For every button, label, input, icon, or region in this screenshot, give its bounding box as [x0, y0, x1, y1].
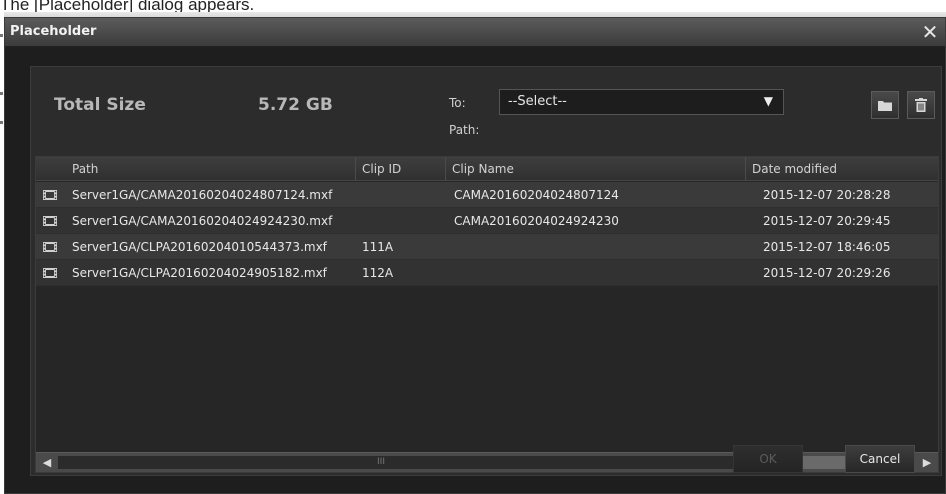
column-header-clip-name[interactable]: Clip Name: [446, 157, 746, 181]
clip-file-icon: [43, 190, 57, 200]
cell-path: Server1GA/CLPA20160204010544373.mxf: [72, 240, 327, 254]
table-header: Path Clip ID Clip Name Date modified: [36, 157, 938, 181]
side-mark: [0, 121, 3, 124]
folder-icon: [878, 100, 892, 111]
trash-icon: [915, 98, 927, 112]
total-size-label: Total Size: [54, 95, 146, 115]
table-row[interactable]: Server1GA/CLPA20160204010544373.mxf 111A…: [36, 234, 938, 260]
dialog-title: Placeholder: [10, 24, 97, 39]
dialog-titlebar[interactable]: Placeholder ✕: [5, 18, 945, 47]
side-mark: [0, 92, 3, 95]
path-label: Path:: [449, 123, 480, 137]
scroll-right-button[interactable]: ▶: [918, 453, 936, 472]
clip-table: Path Clip ID Clip Name Date modified Ser…: [35, 156, 939, 473]
cell-clip-name: CAMA20160204024807124: [454, 188, 619, 202]
dropdown-arrow-icon: ▼: [763, 94, 773, 108]
cell-clip-id: 111A: [362, 240, 394, 254]
cell-path: Server1GA/CAMA20160204024924230.mxf: [72, 214, 333, 228]
column-header-path[interactable]: Path: [66, 157, 356, 181]
cell-path: Server1GA/CLPA20160204024905182.mxf: [72, 266, 327, 280]
close-icon: ✕: [921, 20, 939, 44]
delete-button[interactable]: [907, 91, 935, 119]
cell-path: Server1GA/CAMA20160204024807124.mxf: [72, 188, 333, 202]
placeholder-dialog: Placeholder ✕ Total Size 5.72 GB To: Pat…: [4, 17, 946, 494]
side-mark: [0, 34, 3, 37]
clip-file-icon: [43, 268, 57, 278]
total-size-value: 5.72 GB: [258, 95, 333, 115]
cell-date-modified: 2015-12-07 18:46:05: [763, 240, 891, 254]
to-label: To:: [449, 96, 466, 110]
cell-clip-name: CAMA20160204024924230: [454, 214, 619, 228]
scroll-left-button[interactable]: ◀: [38, 453, 56, 472]
destination-select-value: --Select--: [508, 94, 567, 109]
cancel-button[interactable]: Cancel: [845, 445, 915, 473]
scrollbar-track[interactable]: [58, 456, 778, 469]
table-row[interactable]: Server1GA/CAMA20160204024807124.mxf CAMA…: [36, 182, 938, 208]
column-header-clip-id[interactable]: Clip ID: [356, 157, 446, 181]
browse-folder-button[interactable]: [871, 91, 899, 119]
table-row[interactable]: Server1GA/CLPA20160204024905182.mxf 112A…: [36, 260, 938, 286]
column-header-date-modified[interactable]: Date modified: [746, 157, 938, 181]
destination-select[interactable]: --Select-- ▼: [499, 89, 784, 115]
close-button[interactable]: ✕: [919, 21, 941, 43]
ok-button[interactable]: OK: [733, 445, 803, 473]
dialog-body: Total Size 5.72 GB To: Path: --Select-- …: [30, 66, 942, 476]
cell-date-modified: 2015-12-07 20:29:26: [763, 266, 891, 280]
cell-date-modified: 2015-12-07 20:28:28: [763, 188, 891, 202]
scroll-left-arrow-icon: ◀: [42, 456, 52, 469]
cell-clip-id: 112A: [362, 266, 394, 280]
table-row[interactable]: Server1GA/CAMA20160204024924230.mxf CAMA…: [36, 208, 938, 234]
scroll-right-arrow-icon: ▶: [922, 456, 932, 469]
clip-file-icon: [43, 242, 57, 252]
scrollbar-grip: III: [377, 457, 385, 467]
cell-date-modified: 2015-12-07 20:29:45: [763, 214, 891, 228]
clip-file-icon: [43, 216, 57, 226]
